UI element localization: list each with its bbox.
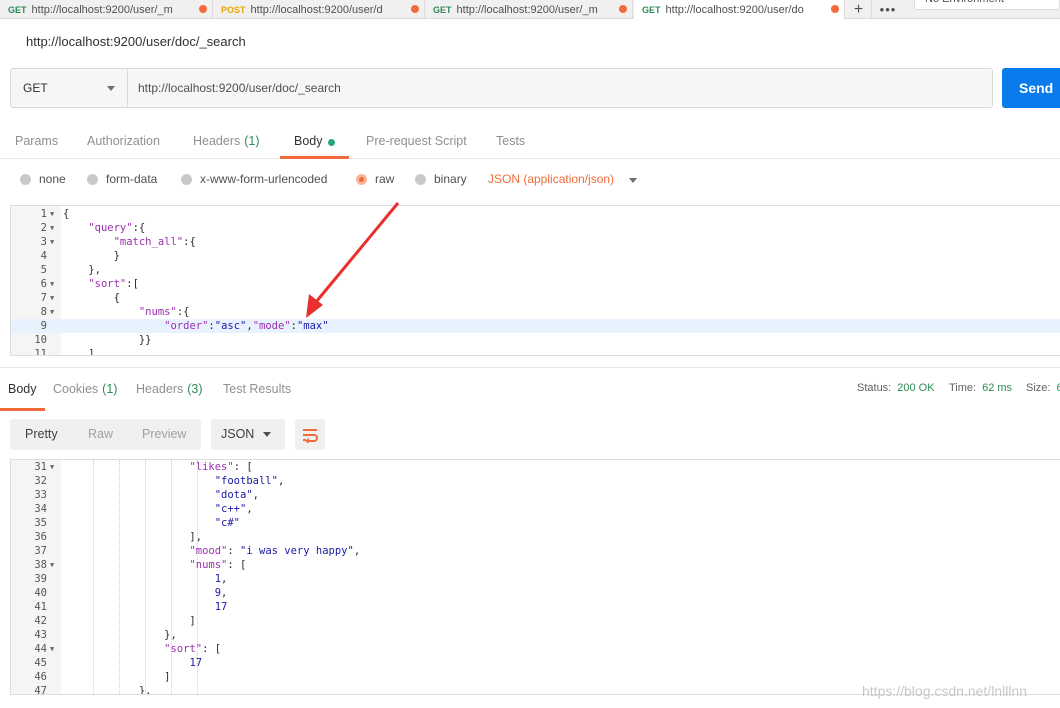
line-number: 31 (34, 461, 47, 473)
watermark: https://blog.csdn.net/lnlllnn (862, 683, 1027, 699)
response-tab-cookies[interactable]: Cookies (1) (53, 382, 117, 396)
fold-toggle-icon[interactable]: ▼ (50, 558, 54, 572)
line-number: 45 (34, 657, 47, 669)
code-text: ], (63, 531, 203, 543)
line-number: 40 (34, 587, 47, 599)
chevron-down-icon (263, 432, 271, 437)
code-line: 39 1, (11, 572, 1060, 586)
size-info: Size: 6 (1026, 382, 1060, 394)
code-text: }, (63, 629, 177, 641)
line-number: 38 (34, 559, 47, 571)
preview-button[interactable]: Preview (142, 427, 186, 441)
view-mode-group: Pretty Raw Preview (10, 419, 201, 450)
response-tabs: Body Cookies (1) Headers (3) Test Results … (0, 367, 1060, 411)
line-number: 43 (34, 629, 47, 641)
code-line: 35 "c#" (11, 516, 1060, 530)
code-text: "likes": [ (189, 461, 253, 473)
time-label: Time: (949, 382, 977, 394)
status-value: 200 OK (897, 382, 935, 394)
fold-toggle-icon[interactable]: ▼ (50, 460, 54, 474)
code-text: "football", (214, 475, 285, 487)
time-info: Time: 62 ms (949, 382, 1012, 394)
code-line: 32 "football", (11, 474, 1060, 488)
size-label: Size: (1026, 382, 1051, 394)
status-label: Status: (857, 382, 892, 394)
language-label: JSON (221, 427, 255, 441)
code-line: 34 "c++", (11, 502, 1060, 516)
line-number: 44 (34, 643, 47, 655)
code-line: 33 "dota", (11, 488, 1060, 502)
line-number: 39 (34, 573, 47, 585)
code-line: 44 ▼ "sort": [ (11, 642, 1060, 656)
line-number: 47 (34, 685, 47, 695)
code-line: 40 9, (11, 586, 1060, 600)
pretty-button[interactable]: Pretty (25, 427, 58, 441)
code-text: "c#" (214, 517, 241, 529)
code-line: 41 17 (11, 600, 1060, 614)
headers-count: (3) (187, 382, 203, 396)
response-tab-test-results[interactable]: Test Results (223, 382, 291, 396)
response-tab-headers[interactable]: Headers (3) (136, 382, 203, 396)
code-line: 46 ] (11, 670, 1060, 684)
code-text: "dota", (214, 489, 259, 501)
line-number: 35 (34, 517, 47, 529)
status-info: Status: 200 OK (857, 382, 935, 394)
size-value: 6 (1056, 382, 1060, 394)
time-value: 62 ms (982, 382, 1013, 394)
code-text: 17 (189, 657, 203, 669)
code-text: "nums": [ (189, 559, 247, 571)
code-text: ] (63, 671, 171, 683)
code-text: 1, (214, 573, 228, 585)
code-text: ] (63, 615, 196, 627)
language-select[interactable]: JSON (211, 419, 285, 450)
code-text: 9, (214, 587, 228, 599)
code-line: 45 17 (11, 656, 1060, 670)
code-text: "sort": [ (164, 643, 222, 655)
cookies-count: (1) (102, 382, 118, 396)
code-text: }, (63, 685, 152, 695)
annotation-arrow-shaft (314, 202, 400, 303)
line-number: 41 (34, 601, 47, 613)
line-number: 46 (34, 671, 47, 683)
line-number: 32 (34, 475, 47, 487)
tab-label: Cookies (53, 382, 99, 396)
fold-toggle-icon[interactable]: ▼ (50, 642, 54, 656)
line-number: 37 (34, 545, 47, 557)
code-line: 37 "mood": "i was very happy", (11, 544, 1060, 558)
tab-label: Headers (136, 382, 184, 396)
raw-button[interactable]: Raw (88, 427, 113, 441)
code-line: 43 }, (11, 628, 1060, 642)
wrap-icon (303, 428, 318, 443)
line-number: 33 (34, 489, 47, 501)
wrap-lines-button[interactable] (295, 419, 325, 450)
response-tab-body[interactable]: Body (0, 382, 44, 411)
line-number: 36 (34, 531, 47, 543)
response-body-viewer[interactable]: 31 ▼ "likes": [32 "football", 33 "dota", 34… (10, 459, 1060, 695)
line-number: 42 (34, 615, 47, 627)
code-text: "c++", (214, 503, 253, 515)
code-text: 17 (214, 601, 228, 613)
code-line: 38 ▼ "nums": [ (11, 558, 1060, 572)
code-text: "mood": "i was very happy", (189, 545, 361, 557)
code-line: 31 ▼ "likes": [ (11, 460, 1060, 474)
line-number: 34 (34, 503, 47, 515)
code-line: 36 ], (11, 530, 1060, 544)
code-line: 42 ] (11, 614, 1060, 628)
